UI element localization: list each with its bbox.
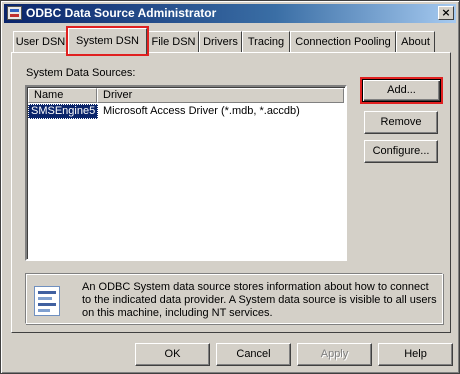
info-box: An ODBC System data source stores inform… xyxy=(25,273,443,324)
data-source-document-icon xyxy=(34,286,60,316)
configure-button[interactable]: Configure... xyxy=(364,140,438,163)
column-header-name[interactable]: Name xyxy=(28,88,97,103)
list-item[interactable]: SMSEngine5 Microsoft Access Driver (*.md… xyxy=(28,104,345,119)
data-source-driver[interactable]: Microsoft Access Driver (*.mdb, *.accdb) xyxy=(100,104,300,119)
tab-drivers[interactable]: Drivers xyxy=(199,31,242,53)
title-bar[interactable]: ODBC Data Source Administrator × xyxy=(4,4,456,23)
odbc-dialog-window: ODBC Data Source Administrator × User DS… xyxy=(0,0,460,374)
column-header-driver[interactable]: Driver xyxy=(97,88,344,103)
tab-connection-pooling[interactable]: Connection Pooling xyxy=(290,31,396,53)
close-button[interactable]: × xyxy=(438,6,454,20)
help-button[interactable]: Help xyxy=(378,343,453,366)
ok-button[interactable]: OK xyxy=(135,343,210,366)
window-title: ODBC Data Source Administrator xyxy=(26,6,217,20)
add-button[interactable]: Add... xyxy=(360,77,443,104)
info-description: An ODBC System data source stores inform… xyxy=(82,281,437,319)
data-source-name[interactable]: SMSEngine5 xyxy=(28,104,98,119)
odbc-app-icon xyxy=(7,6,22,20)
system-data-sources-label: System Data Sources: xyxy=(26,67,136,79)
tab-user-dsn[interactable]: User DSN xyxy=(13,31,68,53)
tab-tracing[interactable]: Tracing xyxy=(242,31,290,53)
remove-button[interactable]: Remove xyxy=(364,111,438,134)
tab-system-dsn[interactable]: System DSN xyxy=(66,26,149,56)
tab-about[interactable]: About xyxy=(396,31,435,53)
tab-file-dsn[interactable]: File DSN xyxy=(148,31,199,53)
cancel-button[interactable]: Cancel xyxy=(216,343,291,366)
data-source-list[interactable]: Name Driver SMSEngine5 Microsoft Access … xyxy=(25,85,347,261)
apply-button[interactable]: Apply xyxy=(297,343,372,366)
